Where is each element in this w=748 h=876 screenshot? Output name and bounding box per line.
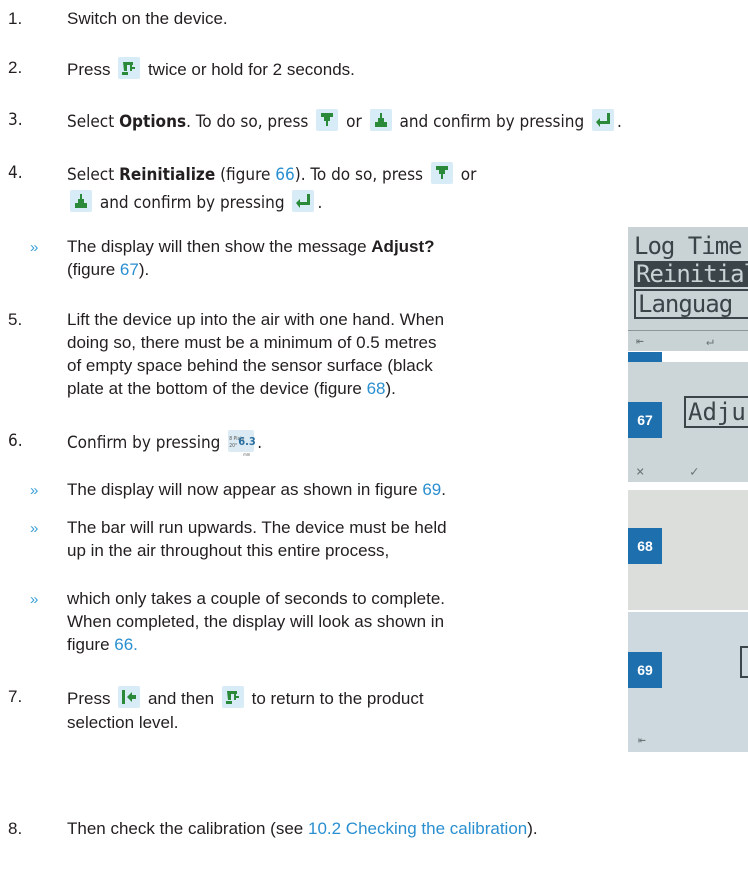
menu-row: Log Time bbox=[634, 232, 743, 260]
check-icon: ✓ bbox=[690, 464, 699, 480]
text-segment: . bbox=[257, 433, 263, 453]
text-segment: Then check the calibration (see bbox=[67, 819, 304, 838]
text-segment: (figure bbox=[220, 165, 271, 185]
bold-term: Reinitialize bbox=[119, 165, 216, 185]
back-icon: ⇤ bbox=[636, 334, 644, 349]
figure-reference[interactable]: 67 bbox=[120, 260, 139, 279]
step-number: 2. bbox=[8, 58, 23, 77]
figure-label: 67 bbox=[628, 402, 662, 438]
note-text: (figure 67). bbox=[67, 259, 149, 281]
enter-icon: ↵ bbox=[706, 334, 714, 349]
back-icon bbox=[118, 686, 141, 708]
step-text: doing so, there must be a minimum of 0.5… bbox=[67, 333, 437, 352]
bold-term: Options bbox=[119, 112, 187, 132]
note-text: up in the air throughout this entire pro… bbox=[67, 541, 390, 560]
step-text: and confirm by pressing . bbox=[67, 190, 322, 214]
enter-icon bbox=[292, 190, 315, 212]
text-segment: Confirm by pressing bbox=[67, 433, 221, 453]
text-segment: plate at the bottom of the device (figur… bbox=[67, 379, 362, 398]
figure-label: 68 bbox=[628, 528, 662, 564]
step-number: 5. bbox=[8, 310, 23, 329]
step-text: plate at the bottom of the device (figur… bbox=[67, 378, 396, 400]
display-icon: 8 Plain 20° 6.3 mm bbox=[228, 430, 256, 457]
figure-reference[interactable]: 66 bbox=[275, 165, 294, 185]
text-segment: The display will now appear as shown in … bbox=[67, 480, 418, 499]
note-text: The bar will run upwards. The device mus… bbox=[67, 518, 447, 537]
step-text: Switch on the device. bbox=[67, 9, 228, 28]
step-text: Select Reinitialize (figure 66). To do s… bbox=[67, 162, 607, 186]
step-number: 7. bbox=[8, 687, 23, 706]
figure-reference[interactable]: 69 bbox=[422, 480, 441, 499]
text-segment: ). bbox=[138, 260, 150, 279]
note-text: The display will then show the message A… bbox=[67, 236, 435, 258]
close-icon: × bbox=[636, 464, 645, 480]
icon-label: 20° bbox=[229, 443, 238, 449]
step-text: Confirm by pressing 8 Plain 20° 6.3 mm . bbox=[67, 430, 263, 457]
text-segment: ). bbox=[385, 379, 396, 398]
step-text: Press and then to return to the product bbox=[67, 686, 424, 710]
step-number: 3. bbox=[8, 110, 23, 130]
arrow-down-icon bbox=[316, 109, 339, 131]
step-text: of empty space behind the sensor surface… bbox=[67, 356, 433, 375]
step-text: selection level. bbox=[67, 713, 179, 732]
figure-reference[interactable]: 66. bbox=[114, 635, 138, 654]
chevron-icon: » bbox=[30, 520, 39, 537]
text-segment: . bbox=[441, 480, 446, 499]
text-segment: Press bbox=[67, 60, 111, 79]
menu-row-selected: Reinitial bbox=[634, 261, 748, 287]
menu-icon bbox=[118, 57, 141, 79]
text-segment: to return to the product bbox=[251, 689, 424, 708]
text-segment: . To do so, press bbox=[186, 112, 309, 132]
figure-66-display: Log Time Reinitial Languag ⇤ ↵ bbox=[628, 227, 748, 351]
text-segment: (figure bbox=[67, 260, 116, 279]
text-segment: figure bbox=[67, 635, 110, 654]
text-segment: The display will then show the message bbox=[67, 237, 367, 256]
text-segment: and then bbox=[147, 689, 215, 708]
figure-label: 69 bbox=[628, 652, 662, 688]
step-number: 8. bbox=[8, 819, 23, 838]
text-segment: Select bbox=[67, 165, 115, 185]
arrow-up-icon bbox=[369, 109, 392, 131]
text-segment: Select bbox=[67, 112, 115, 132]
text-segment: or bbox=[460, 165, 477, 185]
step-number: 4. bbox=[8, 163, 23, 183]
step-number: 6. bbox=[8, 431, 23, 451]
chevron-icon: » bbox=[30, 482, 39, 499]
adjust-message: Adju bbox=[684, 396, 748, 428]
figure-reference[interactable]: 68 bbox=[367, 379, 386, 398]
note-text: figure 66. bbox=[67, 634, 138, 656]
note-text: which only takes a couple of seconds to … bbox=[67, 589, 445, 608]
arrow-down-icon bbox=[430, 162, 453, 184]
chevron-icon: » bbox=[30, 239, 39, 256]
back-icon: ⇤ bbox=[638, 733, 646, 748]
note-text: When completed, the display will look as… bbox=[67, 612, 445, 631]
step-text: Lift the device up into the air with one… bbox=[67, 310, 445, 329]
enter-icon bbox=[592, 109, 615, 131]
arrow-up-icon bbox=[70, 190, 92, 212]
text-segment: ). bbox=[527, 819, 538, 838]
menu-icon bbox=[221, 686, 244, 708]
note-text: The display will now appear as shown in … bbox=[67, 479, 446, 501]
step-text: Press twice or hold for 2 seconds. bbox=[67, 57, 355, 81]
text-segment: and confirm by pressing bbox=[99, 193, 285, 213]
icon-label: mm bbox=[243, 452, 251, 457]
step-text: Then check the calibration (see 10.2 Che… bbox=[67, 818, 538, 840]
text-segment: . bbox=[617, 112, 622, 132]
chevron-icon: » bbox=[30, 591, 39, 608]
text-segment: Press bbox=[67, 689, 111, 708]
text-segment: and confirm by pressing bbox=[399, 112, 585, 132]
text-segment: ). To do so, press bbox=[294, 165, 424, 185]
bold-term: Adjust? bbox=[371, 237, 435, 256]
step-number: 1. bbox=[8, 9, 23, 28]
step-text: Select Options. To do so, press or and c… bbox=[67, 109, 622, 133]
calibration-link[interactable]: 10.2 Checking the calibration bbox=[308, 819, 527, 838]
menu-row: Languag bbox=[634, 289, 748, 319]
text-segment: or bbox=[346, 112, 362, 132]
text-segment: . bbox=[317, 193, 323, 213]
text-segment: twice or hold for 2 seconds. bbox=[147, 60, 355, 79]
